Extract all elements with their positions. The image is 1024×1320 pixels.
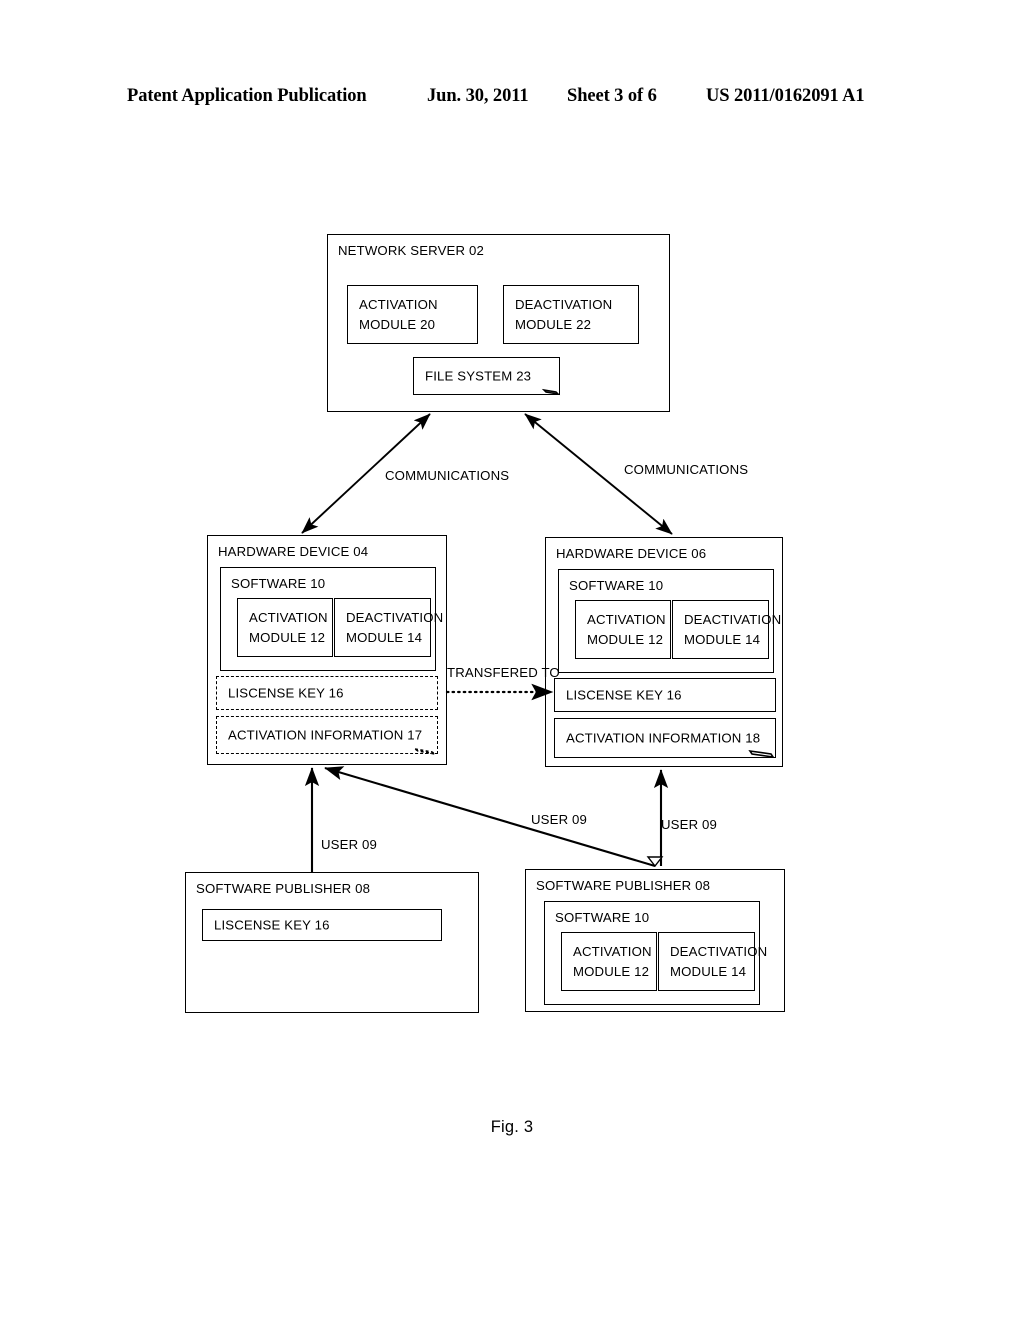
hardware-device-06-title: HARDWARE DEVICE 06 bbox=[556, 546, 707, 561]
software-title: SOFTWARE 10 bbox=[231, 576, 326, 591]
header-publication-date: Jun. 30, 2011 bbox=[427, 86, 529, 106]
file-system-box: FILE SYSTEM 23 bbox=[413, 357, 560, 395]
figure-caption: Fig. 3 bbox=[490, 1118, 534, 1136]
device-06-activation-information-box: ACTIVATION INFORMATION 18 bbox=[554, 718, 776, 758]
deactivation-module-line2: MODULE 14 bbox=[346, 630, 423, 646]
deactivation-module-line1: DEACTIVATION bbox=[346, 610, 444, 625]
device-04-license-key-box: LISCENSE KEY 16 bbox=[216, 676, 438, 710]
activation-module-line1: ACTIVATION bbox=[573, 944, 652, 959]
publisher-right-software-box: SOFTWARE 10 ACTIVATION MODULE 12 DEACTIV… bbox=[544, 901, 767, 1005]
software-title: SOFTWARE 10 bbox=[555, 910, 650, 925]
file-system-label: FILE SYSTEM 23 bbox=[425, 368, 532, 384]
device-04-activation-module: ACTIVATION MODULE 12 bbox=[237, 598, 333, 657]
activation-module-line1: ACTIVATION bbox=[249, 610, 328, 625]
header-sheet-number: Sheet 3 of 6 bbox=[567, 86, 657, 106]
software-publisher-left-title: SOFTWARE PUBLISHER 08 bbox=[196, 881, 371, 896]
device-04-activation-information-box: ACTIVATION INFORMATION 17 bbox=[216, 716, 438, 754]
communications-left-label: COMMUNICATIONS bbox=[385, 468, 510, 483]
transferred-to-label: TRANSFERED TO bbox=[447, 665, 560, 680]
activation-module-line2: MODULE 12 bbox=[573, 964, 650, 980]
software-publisher-left-box: SOFTWARE PUBLISHER 08 LISCENSE KEY 16 bbox=[185, 872, 479, 1013]
deactivation-module-line1: DEACTIVATION bbox=[684, 612, 782, 627]
license-key-label: LISCENSE KEY 16 bbox=[566, 687, 682, 703]
publisher-right-top-notch-icon bbox=[646, 856, 664, 868]
software-title: SOFTWARE 10 bbox=[569, 578, 664, 593]
deactivation-module-line2: MODULE 14 bbox=[684, 632, 761, 648]
activation-information-label: ACTIVATION INFORMATION 17 bbox=[228, 727, 423, 743]
device-06-deactivation-module: DEACTIVATION MODULE 14 bbox=[672, 600, 781, 659]
device-06-license-key-box: LISCENSE KEY 16 bbox=[554, 678, 776, 712]
activation-module-line1: ACTIVATION bbox=[359, 297, 438, 312]
user-middle-label: USER 09 bbox=[531, 812, 588, 827]
deactivation-module-line2: MODULE 14 bbox=[670, 964, 747, 980]
device-06-activation-module: ACTIVATION MODULE 12 bbox=[575, 600, 671, 659]
activation-module-line1: ACTIVATION bbox=[587, 612, 666, 627]
hardware-device-06-software-box: SOFTWARE 10 ACTIVATION MODULE 12 DEACTIV… bbox=[558, 569, 781, 673]
network-server-title: NETWORK SERVER 02 bbox=[338, 243, 484, 258]
license-key-label: LISCENSE KEY 16 bbox=[214, 917, 330, 933]
activation-module-line2: MODULE 20 bbox=[359, 317, 436, 333]
page-header: Patent Application Publication Jun. 30, … bbox=[0, 86, 1024, 114]
activation-information-label: ACTIVATION INFORMATION 18 bbox=[566, 730, 761, 746]
software-publisher-right-box: SOFTWARE PUBLISHER 08 SOFTWARE 10 ACTIVA… bbox=[525, 869, 785, 1012]
publisher-activation-module: ACTIVATION MODULE 12 bbox=[561, 932, 657, 991]
hardware-device-06-box: HARDWARE DEVICE 06 SOFTWARE 10 ACTIVATIO… bbox=[545, 537, 783, 767]
deactivation-module-line1: DEACTIVATION bbox=[515, 297, 613, 312]
activation-module-line2: MODULE 12 bbox=[249, 630, 326, 646]
publisher-deactivation-module: DEACTIVATION MODULE 14 bbox=[658, 932, 767, 991]
network-server-box: NETWORK SERVER 02 ACTIVATION MODULE 20 D… bbox=[327, 234, 670, 412]
header-patent-number: US 2011/0162091 A1 bbox=[706, 86, 865, 106]
hardware-device-04-software-box: SOFTWARE 10 ACTIVATION MODULE 12 DEACTIV… bbox=[220, 567, 443, 671]
software-publisher-right-title: SOFTWARE PUBLISHER 08 bbox=[536, 878, 711, 893]
device-04-deactivation-module: DEACTIVATION MODULE 14 bbox=[334, 598, 443, 657]
hardware-device-04-box: HARDWARE DEVICE 04 SOFTWARE 10 ACTIVATIO… bbox=[207, 535, 447, 765]
deactivation-module-line2: MODULE 22 bbox=[515, 317, 592, 333]
network-server-deactivation-module: DEACTIVATION MODULE 22 bbox=[503, 285, 639, 344]
network-server-activation-module: ACTIVATION MODULE 20 bbox=[347, 285, 478, 344]
user-left-label: USER 09 bbox=[321, 837, 378, 852]
publisher-left-license-key-box: LISCENSE KEY 16 bbox=[202, 909, 442, 941]
user-right-label: USER 09 bbox=[661, 817, 718, 832]
license-key-label: LISCENSE KEY 16 bbox=[228, 685, 344, 701]
header-publication-title: Patent Application Publication bbox=[127, 86, 367, 106]
activation-module-line2: MODULE 12 bbox=[587, 632, 664, 648]
communications-right-label: COMMUNICATIONS bbox=[624, 462, 749, 477]
hardware-device-04-title: HARDWARE DEVICE 04 bbox=[218, 544, 369, 559]
deactivation-module-line1: DEACTIVATION bbox=[670, 944, 768, 959]
